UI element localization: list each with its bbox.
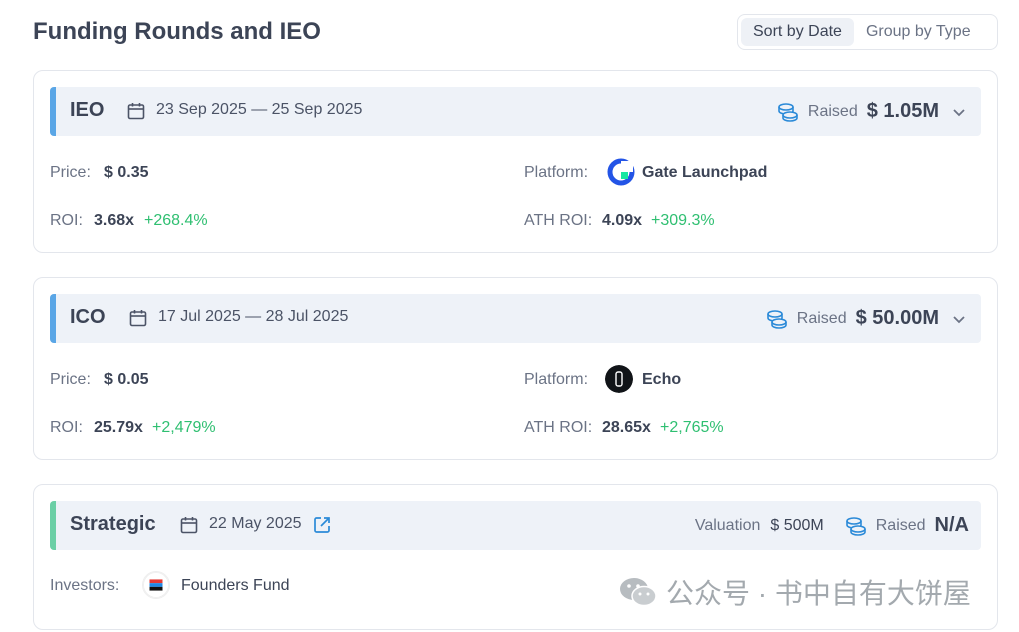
chevron-down-icon[interactable] [949,102,969,122]
accent-bar [50,501,56,550]
ath-roi-label: ATH ROI: [524,212,593,229]
platform-label: Platform: [524,371,589,388]
roi-value: 3.68x [94,212,135,229]
calendar-icon [180,517,198,534]
chevron-down-icon[interactable] [949,309,969,329]
coins-icon [845,516,866,536]
round-header[interactable]: ICO 17 Jul 2025 — 28 Jul 2025 Raised $ 5… [50,294,981,343]
calendar-icon [129,310,147,327]
raised-group: Raised $ 1.05M [776,87,969,136]
raised-value: N/A [934,514,969,536]
sort-by-date-button[interactable]: Sort by Date [741,18,854,46]
ath-roi-value: 4.09x [602,212,643,229]
roi-label: ROI: [50,212,83,229]
coins-icon [778,102,798,122]
raised-group: Raised $ 50.00M [765,294,969,343]
platform-value[interactable]: Gate Launchpad [642,164,767,182]
raised-value: $ 1.05M [866,100,939,122]
ath-roi-percent: +2,765% [660,419,724,436]
valuation-label: Valuation [694,516,761,534]
round-header[interactable]: Strategic 22 May 2025 Valuation $ 500M R… [50,501,981,550]
price-label: Price: [50,164,91,181]
price-value: $ 0.05 [104,371,149,388]
raised-label: Raised [875,516,926,534]
round-type: IEO [70,99,105,121]
watermark-text: 公众号 · 书中自有大饼屋 [666,578,971,609]
wechat-icon [620,578,657,607]
investors-label: Investors: [50,577,120,594]
raised-group: Valuation $ 500M Raised N/A [695,501,969,550]
accent-bar [50,294,56,343]
watermark: 公众号 · 书中自有大饼屋 [618,572,971,612]
raised-value: $ 50.00M [855,307,939,329]
external-link-icon[interactable] [312,515,332,535]
round-card-ieo: IEO 23 Sep 2025 — 25 Sep 2025 Raised $ 1… [33,70,998,253]
roi-percent: +268.4% [144,212,208,229]
round-date: 22 May 2025 [209,515,302,532]
gate-logo-icon [607,158,635,186]
price-value: $ 0.35 [104,164,149,181]
round-date: 23 Sep 2025 — 25 Sep 2025 [156,101,363,118]
platform-value[interactable]: Echo [642,371,681,389]
round-type: ICO [70,306,106,328]
founders-fund-logo-icon [142,571,170,599]
investor-name[interactable]: Founders Fund [181,577,290,595]
ath-roi-label: ATH ROI: [524,419,593,436]
price-label: Price: [50,371,91,388]
roi-label: ROI: [50,419,83,436]
round-header[interactable]: IEO 23 Sep 2025 — 25 Sep 2025 Raised $ 1… [50,87,981,136]
roi-percent: +2,479% [152,419,216,436]
echo-logo-icon [605,365,633,393]
raised-label: Raised [807,102,858,120]
round-card-ico: ICO 17 Jul 2025 — 28 Jul 2025 Raised $ 5… [33,277,998,460]
accent-bar [50,87,56,136]
coins-icon [766,309,787,329]
raised-label: Raised [796,309,847,327]
roi-value: 25.79x [94,419,143,436]
ath-roi-percent: +309.3% [651,212,715,229]
sort-toggle: Sort by Date Group by Type [737,14,998,50]
ath-roi-value: 28.65x [602,419,651,436]
page-title: Funding Rounds and IEO [33,18,321,45]
calendar-icon [127,103,145,120]
valuation-value: $ 500M [770,516,824,534]
round-type: Strategic [70,513,156,535]
group-by-type-button[interactable]: Group by Type [854,18,983,46]
platform-label: Platform: [524,164,589,181]
round-date: 17 Jul 2025 — 28 Jul 2025 [158,308,349,325]
